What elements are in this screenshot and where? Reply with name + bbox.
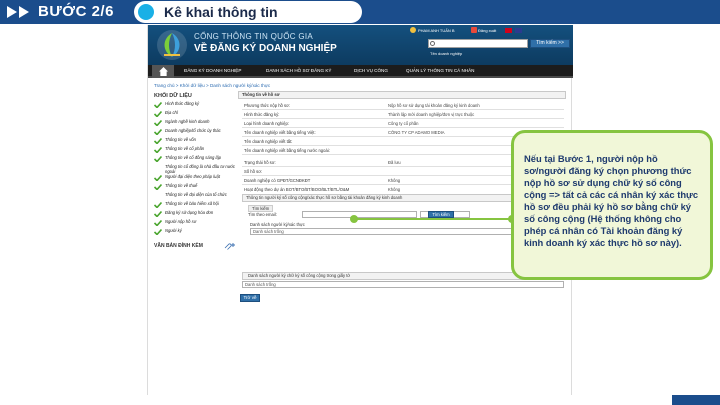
- sidebar-item[interactable]: Người ký: [152, 228, 238, 237]
- logout-link[interactable]: Đăng xuất: [478, 28, 496, 33]
- field-value: Không: [388, 187, 401, 192]
- field-value: Công ty cổ phần: [388, 121, 419, 126]
- english-flag-icon[interactable]: [515, 28, 522, 33]
- double-arrow-icon: [7, 6, 29, 18]
- main-nav: ĐĂNG KÝ DOANH NGHIỆP DANH SÁCH HỒ SƠ ĐĂN…: [148, 65, 573, 78]
- search-button[interactable]: Tìm kiếm >>: [530, 39, 570, 48]
- checkmark-icon: [154, 120, 162, 126]
- portal-logo-icon: [157, 30, 187, 60]
- breadcrumb[interactable]: Trang chủ > Khởi dữ liệu > Danh sách ngư…: [154, 83, 270, 88]
- sidebar-item[interactable]: Ngành nghề kinh doanh: [152, 119, 238, 128]
- divider: [242, 118, 564, 119]
- checkmark-icon: [154, 129, 162, 135]
- portal-header: CỔNG THÔNG TIN QUỐC GIA VỀ ĐĂNG KÝ DOANH…: [148, 25, 573, 65]
- sidebar-item[interactable]: Hình thức đăng ký: [152, 101, 238, 110]
- field-value: Thành lập mới doanh nghiệp/đơn vị trực t…: [388, 112, 475, 117]
- attach-add-icon[interactable]: [224, 242, 236, 250]
- field-value: Không: [388, 178, 401, 183]
- logout-icon: [471, 27, 477, 33]
- checkmark-icon: [154, 229, 162, 235]
- checkmark-icon: [154, 156, 162, 162]
- sidebar-item[interactable]: Thông tin về cổ đông sáng lập: [152, 155, 238, 164]
- checkmark-icon: [154, 138, 162, 144]
- field-label: Tên doanh nghiệp viết bằng tiếng nước ng…: [244, 148, 330, 153]
- search-email-label: Tìm theo email:: [248, 212, 277, 217]
- nav-public-services[interactable]: DỊCH VỤ CÔNG: [354, 68, 388, 73]
- checkmark-icon: [154, 211, 162, 217]
- search-icon: [430, 41, 435, 46]
- sidebar-heading: KHỐI DỮ LIỆU: [154, 93, 192, 99]
- user-icon: [410, 27, 416, 33]
- step-label: BƯỚC 2/6: [38, 3, 114, 20]
- sidebar-item[interactable]: Người nộp hồ sơ: [152, 219, 238, 228]
- info-section-title: Thông tin về hồ sơ: [242, 92, 280, 97]
- back-button[interactable]: Trở về: [240, 294, 260, 302]
- divider: [242, 127, 564, 128]
- sidebar-item[interactable]: Thông tin về cổ phần: [152, 146, 238, 155]
- sidebar-item[interactable]: Thông tin về bảo hiểm xã hội: [152, 201, 238, 210]
- corner-decoration: [672, 395, 720, 405]
- nav-registration-list[interactable]: DANH SÁCH HỒ SƠ ĐĂNG KÝ: [266, 68, 331, 73]
- step-banner: BƯỚC 2/6 Kê khai thông tin: [0, 0, 720, 24]
- field-value: CÔNG TY CP ADAMO MEDIA: [388, 130, 445, 135]
- divider: [242, 109, 564, 110]
- nav-business-registration[interactable]: ĐĂNG KÝ DOANH NGHIỆP: [184, 68, 241, 73]
- field-value: Nộp hồ sơ sử dụng tài khoản đăng ký kinh…: [388, 103, 480, 108]
- callout-pointer-dot: [350, 215, 358, 223]
- field-label: Doanh nghiệp có GPĐT/GCNĐKĐT: [244, 178, 311, 183]
- checkmark-icon: [154, 147, 162, 153]
- sidebar-item[interactable]: Thông tin cổ đông là nhà đầu tư nước ngo…: [152, 164, 238, 174]
- checkmark-icon: [154, 175, 162, 181]
- email-search-input[interactable]: [302, 211, 417, 218]
- attachments-heading[interactable]: VĂN BẢN ĐÍNH KÈM: [152, 242, 238, 250]
- info-section-header: [238, 91, 566, 99]
- sidebar-item[interactable]: Thông tin về thuế: [152, 183, 238, 192]
- signer-section-title: Thông tin người ký số công cộng/xác thực…: [246, 195, 403, 200]
- field-label: Phương thức nộp hồ sơ:: [244, 103, 291, 108]
- signer-list-label: Danh sách người ký/xác thực: [250, 222, 305, 227]
- field-label: Trạng thái hồ sơ:: [244, 160, 276, 165]
- search-input[interactable]: [428, 39, 528, 48]
- checkmark-icon: [154, 102, 162, 108]
- field-label: Loại hình doanh nghiệp:: [244, 121, 289, 126]
- instruction-callout: Nếu tại Bước 1, người nộp hồ sơ/người đă…: [511, 130, 713, 280]
- portal-name: CỔNG THÔNG TIN QUỐC GIA: [194, 32, 314, 41]
- signer-search-button[interactable]: Tìm kiếm: [428, 211, 454, 218]
- checkmark-icon: [154, 184, 162, 190]
- sidebar-item[interactable]: Đăng ký sử dụng hóa đơn: [152, 210, 238, 219]
- nav-home[interactable]: [152, 65, 174, 78]
- search-tab[interactable]: Tìm kiếm: [248, 205, 274, 212]
- public-signer-list-label: Danh sách người ký chữ ký số công cộng t…: [248, 273, 351, 278]
- sidebar-item[interactable]: Thông tin về vốn: [152, 137, 238, 146]
- field-value: Đã lưu: [388, 160, 401, 165]
- field-label: Tên doanh nghiệp viết tắt:: [244, 139, 293, 144]
- checkmark-icon: [154, 202, 162, 208]
- sidebar-item[interactable]: Địa chỉ: [152, 110, 238, 119]
- sidebar-item[interactable]: Người đại diện theo pháp luật: [152, 174, 238, 183]
- public-signer-list-box: Danh sách trống: [242, 281, 564, 288]
- callout-pointer-line: [353, 218, 511, 220]
- user-name-link[interactable]: PHAM ANH TUẤN B: [418, 28, 455, 33]
- field-label: Số hồ sơ:: [244, 169, 263, 174]
- portal-page: CỔNG THÔNG TIN QUỐC GIA VỀ ĐĂNG KÝ DOANH…: [147, 25, 573, 395]
- bullet-dot-icon: [138, 4, 154, 20]
- vietnamese-flag-icon[interactable]: [505, 28, 512, 33]
- sidebar-item[interactable]: Doanh nghiệp/tổ chức ủy thác: [152, 128, 238, 137]
- sidebar-item[interactable]: Thông tin về đại diện của tổ chức: [152, 192, 238, 201]
- field-label: Hoạt động theo dự án BOT/BTO/BT/BOO/BLT/…: [244, 187, 350, 192]
- home-icon: [159, 67, 168, 76]
- portal-subtitle: VỀ ĐĂNG KÝ DOANH NGHIỆP: [194, 43, 337, 54]
- checkmark-icon: [154, 220, 162, 226]
- data-block-sidebar: KHỐI DỮ LIỆU Hình thức đăng ký Địa chỉ N…: [152, 90, 238, 340]
- field-label: Tên doanh nghiệp viết bằng tiếng Việt:: [244, 130, 316, 135]
- search-hint: Tên doanh nghiệp: [430, 51, 463, 56]
- callout-text: Nếu tại Bước 1, người nộp hồ sơ/người đă…: [524, 153, 699, 248]
- checkmark-icon: [154, 111, 162, 117]
- field-label: Hình thức đăng ký:: [244, 112, 280, 117]
- nav-personal-info[interactable]: QUẢN LÝ THÔNG TIN CÁ NHÂN: [406, 68, 475, 73]
- step-title-pill: Kê khai thông tin: [134, 1, 362, 23]
- step-title: Kê khai thông tin: [164, 4, 278, 20]
